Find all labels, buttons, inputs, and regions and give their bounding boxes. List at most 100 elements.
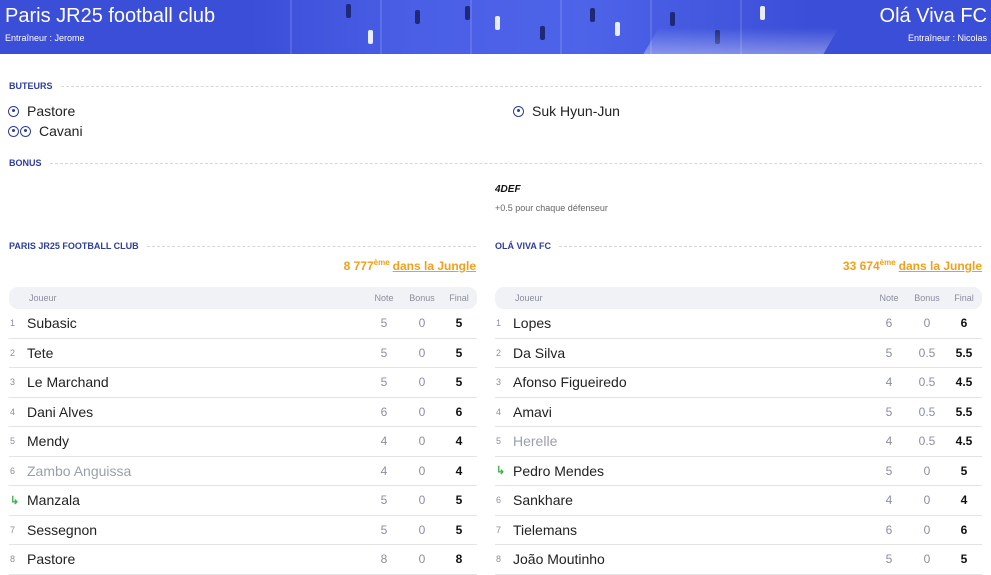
player-bonus: 0	[418, 375, 426, 390]
player-name[interactable]: Pastore	[27, 551, 365, 567]
table-row[interactable]: 4 Amavi 5 0.5 5.5	[495, 398, 982, 427]
player-name[interactable]: Le Marchand	[27, 374, 365, 390]
table-row[interactable]: 7 Tielemans 6 0 6	[495, 516, 982, 545]
table-row[interactable]: 1 Lopes 6 0 6	[495, 309, 982, 339]
player-note: 4	[885, 375, 893, 390]
table-row[interactable]: 6 Sankhare 4 0 4	[495, 486, 982, 516]
player-note: 6	[380, 404, 388, 419]
table-row[interactable]: 6 Zambo Anguissa 4 0 4	[9, 457, 477, 486]
player-note: 5	[380, 493, 388, 508]
away-team-name[interactable]: Olá Viva FC	[880, 5, 987, 28]
table-row[interactable]: 8 João Moutinho 5 0 5	[495, 545, 982, 575]
player-name[interactable]: Mendy	[27, 433, 365, 449]
table-row[interactable]: 5 Mendy 4 0 4	[9, 427, 477, 457]
away-player-table: Joueur Note Bonus Final 1 Lopes 6 0 6 2 Da Sil…	[495, 287, 982, 575]
table-row[interactable]: 3 Afonso Figueiredo 4 0.5 4.5	[495, 368, 982, 398]
player-name[interactable]: Herelle	[513, 433, 870, 449]
player-bonus: 0	[418, 552, 426, 567]
player-name[interactable]: Dani Alves	[27, 404, 365, 420]
table-row[interactable]: 2 Da Silva 5 0.5 5.5	[495, 339, 982, 368]
ball-icon	[8, 125, 32, 137]
player-number: 7	[496, 524, 502, 535]
player-final: 8	[455, 552, 463, 567]
table-row[interactable]: ↳ Pedro Mendes 5 0 5	[495, 457, 982, 486]
substitution-icon: ↳	[10, 494, 20, 507]
player-bonus: 0.5	[918, 375, 936, 390]
home-scorer-2: Cavani	[8, 123, 83, 139]
column-bonus: Bonus	[409, 293, 435, 303]
player-name[interactable]: Lopes	[513, 315, 870, 331]
player-name[interactable]: Amavi	[513, 404, 870, 420]
player-final: 4.5	[955, 434, 973, 449]
player-name[interactable]: Manzala	[27, 492, 365, 508]
table-row[interactable]: 3 Le Marchand 5 0 5	[9, 368, 477, 398]
player-name[interactable]: Tete	[27, 345, 365, 361]
player-note: 5	[885, 463, 893, 478]
home-coach-label: Entraîneur : Jerome	[5, 33, 85, 43]
player-bonus: 0	[418, 493, 426, 508]
table-row[interactable]: 7 Sessegnon 5 0 5	[9, 516, 477, 545]
home-jungle-link[interactable]: dans la Jungle	[393, 259, 476, 273]
home-rank-value: 8 777	[343, 259, 374, 273]
bonus-name: 4DEF	[495, 184, 521, 195]
player-note: 5	[380, 522, 388, 537]
scorers-section-title: BUTEURS	[9, 81, 982, 91]
player-number: 4	[496, 406, 502, 417]
player-name[interactable]: Sessegnon	[27, 522, 365, 538]
table-row[interactable]: 2 Tete 5 0 5	[9, 339, 477, 368]
player-name[interactable]: Subasic	[27, 315, 365, 331]
player-name[interactable]: Afonso Figueiredo	[513, 374, 870, 390]
player-number: 6	[10, 465, 16, 476]
player-bonus: 0.5	[918, 404, 936, 419]
player-bonus: 0	[418, 463, 426, 478]
player-final: 4	[455, 434, 463, 449]
bonus-description: +0.5 pour chaque défenseur	[495, 203, 608, 213]
player-final: 5	[455, 345, 463, 360]
player-number: 1	[496, 318, 502, 329]
home-team-name[interactable]: Paris JR25 football club	[5, 5, 215, 28]
player-name[interactable]: Pedro Mendes	[513, 463, 870, 479]
player-name[interactable]: Tielemans	[513, 522, 870, 538]
player-bonus: 0.5	[918, 345, 936, 360]
player-note: 4	[885, 493, 893, 508]
table-header: Joueur Note Bonus Final	[495, 287, 982, 309]
player-number: 5	[10, 436, 16, 447]
home-table-title-text: PARIS JR25 FOOTBALL CLUB	[9, 241, 139, 251]
ball-icon	[513, 105, 525, 117]
player-final: 5	[455, 522, 463, 537]
table-row[interactable]: ↳ Manzala 5 0 5	[9, 486, 477, 516]
player-final: 4	[960, 493, 968, 508]
home-scorer-1: Pastore	[8, 103, 75, 119]
scorer-name: Cavani	[39, 123, 83, 139]
player-bonus: 0	[923, 463, 931, 478]
table-row[interactable]: 8 Pastore 8 0 8	[9, 545, 477, 575]
player-number: 2	[496, 347, 502, 358]
ball-icon	[8, 105, 20, 117]
player-number: 6	[496, 495, 502, 506]
away-table-title: OLÁ VIVA FC	[495, 241, 982, 251]
player-name[interactable]: Da Silva	[513, 345, 870, 361]
player-final: 5	[960, 552, 968, 567]
player-number: 7	[10, 524, 16, 535]
player-number: 8	[10, 554, 16, 565]
player-note: 5	[885, 345, 893, 360]
table-row[interactable]: 5 Herelle 4 0.5 4.5	[495, 427, 982, 457]
player-number: 2	[10, 347, 16, 358]
player-final: 5	[455, 493, 463, 508]
player-name[interactable]: Zambo Anguissa	[27, 463, 365, 479]
player-number: 3	[10, 377, 16, 388]
player-name[interactable]: João Moutinho	[513, 551, 870, 567]
player-final: 5	[960, 463, 968, 478]
column-note: Note	[374, 293, 394, 303]
away-jungle-link[interactable]: dans la Jungle	[899, 259, 982, 273]
table-row[interactable]: 1 Subasic 5 0 5	[9, 309, 477, 339]
player-bonus: 0	[923, 493, 931, 508]
away-scorer-1: Suk Hyun-Jun	[513, 103, 620, 119]
player-number: 8	[496, 554, 502, 565]
away-table-title-text: OLÁ VIVA FC	[495, 241, 551, 251]
player-bonus: 0.5	[918, 434, 936, 449]
table-row[interactable]: 4 Dani Alves 6 0 6	[9, 398, 477, 427]
player-name[interactable]: Sankhare	[513, 492, 870, 508]
player-note: 5	[380, 316, 388, 331]
player-bonus: 0	[923, 316, 931, 331]
